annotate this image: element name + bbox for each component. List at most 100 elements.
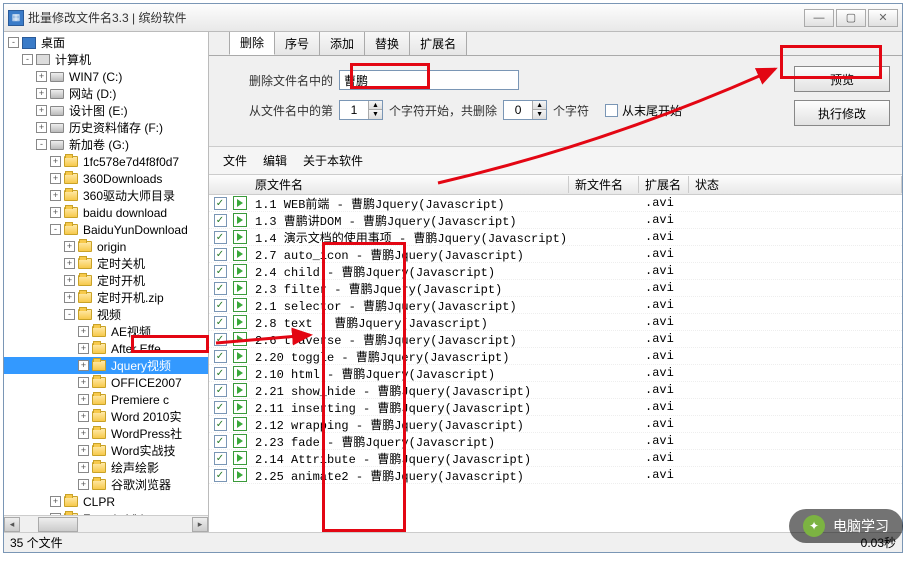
tree-node[interactable]: +WIN7 (C:)	[4, 68, 208, 85]
minimize-button[interactable]: —	[804, 9, 834, 27]
tree-node[interactable]: -计算机	[4, 51, 208, 68]
tree-node[interactable]: -BaiduYunDownload	[4, 221, 208, 238]
tab-0[interactable]: 删除	[229, 32, 275, 55]
row-checkbox[interactable]: ✓	[214, 350, 227, 363]
row-checkbox[interactable]: ✓	[214, 214, 227, 227]
list-row[interactable]: ✓2.1 selector - 曹鹏Jquery(Javascript).avi	[209, 297, 902, 314]
expand-icon[interactable]: +	[78, 428, 89, 439]
expand-icon[interactable]: +	[78, 343, 89, 354]
play-icon[interactable]	[233, 213, 247, 227]
scroll-right-arrow[interactable]: ▸	[192, 517, 208, 532]
tree-node[interactable]: +定时开机.zip	[4, 289, 208, 306]
tree-node[interactable]: +origin	[4, 238, 208, 255]
tree-node[interactable]: -视频	[4, 306, 208, 323]
expand-icon[interactable]: +	[36, 105, 47, 116]
collapse-icon[interactable]: -	[50, 224, 61, 235]
delete-count-spinner[interactable]: ▲▼	[503, 100, 547, 120]
tree-node[interactable]: +谷歌浏览器	[4, 476, 208, 493]
scroll-thumb[interactable]	[38, 517, 78, 532]
expand-icon[interactable]: +	[50, 156, 61, 167]
play-icon[interactable]	[233, 281, 247, 295]
expand-icon[interactable]: +	[50, 173, 61, 184]
play-icon[interactable]	[233, 196, 247, 210]
tree-hscrollbar[interactable]: ◂ ▸	[4, 515, 208, 532]
tree-node[interactable]: -桌面	[4, 34, 208, 51]
collapse-icon[interactable]: -	[22, 54, 33, 65]
tree-node[interactable]: +OFFICE2007	[4, 374, 208, 391]
tree-node[interactable]: +360驱动大师目录	[4, 187, 208, 204]
play-icon[interactable]	[233, 417, 247, 431]
spin-up-icon[interactable]: ▲	[368, 101, 382, 110]
preview-button[interactable]: 预览	[794, 66, 890, 92]
row-checkbox[interactable]: ✓	[214, 367, 227, 380]
col-new-name[interactable]: 新文件名	[569, 176, 639, 193]
list-row[interactable]: ✓2.25 animate2 - 曹鹏Jquery(Javascript).av…	[209, 467, 902, 484]
col-extension[interactable]: 扩展名	[639, 176, 689, 193]
row-checkbox[interactable]: ✓	[214, 384, 227, 397]
play-icon[interactable]	[233, 349, 247, 363]
tree-node[interactable]: +AE视频	[4, 323, 208, 340]
list-row[interactable]: ✓2.14 Attribute - 曹鹏Jquery(Javascript).a…	[209, 450, 902, 467]
expand-icon[interactable]: +	[36, 122, 47, 133]
play-icon[interactable]	[233, 315, 247, 329]
expand-icon[interactable]: +	[78, 394, 89, 405]
scroll-left-arrow[interactable]: ◂	[4, 517, 20, 532]
tree-node[interactable]: -新加卷 (G:)	[4, 136, 208, 153]
tree-node[interactable]: +定时关机	[4, 255, 208, 272]
list-row[interactable]: ✓1.1 WEB前端 - 曹鹏Jquery(Javascript).avi	[209, 195, 902, 212]
list-row[interactable]: ✓2.4 child - 曹鹏Jquery(Javascript).avi	[209, 263, 902, 280]
from-end-checkbox[interactable]	[605, 104, 618, 117]
row-checkbox[interactable]: ✓	[214, 265, 227, 278]
start-char-spinner[interactable]: ▲▼	[339, 100, 383, 120]
list-row[interactable]: ✓1.4 演示文档的使用事项 - 曹鹏Jquery(Javascript).av…	[209, 229, 902, 246]
list-row[interactable]: ✓2.12 wrapping - 曹鹏Jquery(Javascript).av…	[209, 416, 902, 433]
play-icon[interactable]	[233, 383, 247, 397]
play-icon[interactable]	[233, 451, 247, 465]
tab-4[interactable]: 扩展名	[409, 32, 467, 55]
row-checkbox[interactable]: ✓	[214, 435, 227, 448]
play-icon[interactable]	[233, 434, 247, 448]
tab-2[interactable]: 添加	[319, 32, 365, 55]
apply-button[interactable]: 执行修改	[794, 100, 890, 126]
list-row[interactable]: ✓2.21 show_hide - 曹鹏Jquery(Javascript).a…	[209, 382, 902, 399]
menu-item[interactable]: 文件	[217, 150, 253, 171]
start-char-input[interactable]	[340, 101, 368, 119]
row-checkbox[interactable]: ✓	[214, 282, 227, 295]
expand-icon[interactable]: +	[78, 360, 89, 371]
play-icon[interactable]	[233, 298, 247, 312]
row-checkbox[interactable]: ✓	[214, 248, 227, 261]
delete-text-input[interactable]	[339, 70, 519, 90]
expand-icon[interactable]: +	[64, 258, 75, 269]
col-original-name[interactable]: 原文件名	[249, 176, 569, 193]
play-icon[interactable]	[233, 264, 247, 278]
play-icon[interactable]	[233, 400, 247, 414]
list-row[interactable]: ✓1.3 曹鹏讲DOM - 曹鹏Jquery(Javascript).avi	[209, 212, 902, 229]
list-row[interactable]: ✓2.6 traverse - 曹鹏Jquery(Javascript).avi	[209, 331, 902, 348]
expand-icon[interactable]: +	[36, 71, 47, 82]
play-icon[interactable]	[233, 247, 247, 261]
row-checkbox[interactable]: ✓	[214, 197, 227, 210]
tree-node[interactable]: +网站 (D:)	[4, 85, 208, 102]
spin-down-icon[interactable]: ▼	[532, 110, 546, 119]
expand-icon[interactable]: +	[64, 292, 75, 303]
tree-node[interactable]: +Premiere c	[4, 391, 208, 408]
list-row[interactable]: ✓2.23 fade - 曹鹏Jquery(Javascript).avi	[209, 433, 902, 450]
tree-node[interactable]: +baidu download	[4, 204, 208, 221]
row-checkbox[interactable]: ✓	[214, 231, 227, 244]
list-row[interactable]: ✓2.11 inserting - 曹鹏Jquery(Javascript).a…	[209, 399, 902, 416]
expand-icon[interactable]: +	[78, 377, 89, 388]
list-row[interactable]: ✓2.20 toggle - 曹鹏Jquery(Javascript).avi	[209, 348, 902, 365]
tree-node[interactable]: +Jquery视频	[4, 357, 208, 374]
expand-icon[interactable]: +	[78, 479, 89, 490]
tree-node[interactable]: +Word实战技	[4, 442, 208, 459]
tab-3[interactable]: 替换	[364, 32, 410, 55]
play-icon[interactable]	[233, 332, 247, 346]
row-checkbox[interactable]: ✓	[214, 333, 227, 346]
col-status[interactable]: 状态	[689, 176, 902, 193]
row-checkbox[interactable]: ✓	[214, 299, 227, 312]
collapse-icon[interactable]: -	[8, 37, 19, 48]
list-row[interactable]: ✓2.3 filter - 曹鹏Jquery(Javascript).avi	[209, 280, 902, 297]
collapse-icon[interactable]: -	[36, 139, 47, 150]
list-body[interactable]: ✓1.1 WEB前端 - 曹鹏Jquery(Javascript).avi✓1.…	[209, 195, 902, 532]
play-icon[interactable]	[233, 366, 247, 380]
